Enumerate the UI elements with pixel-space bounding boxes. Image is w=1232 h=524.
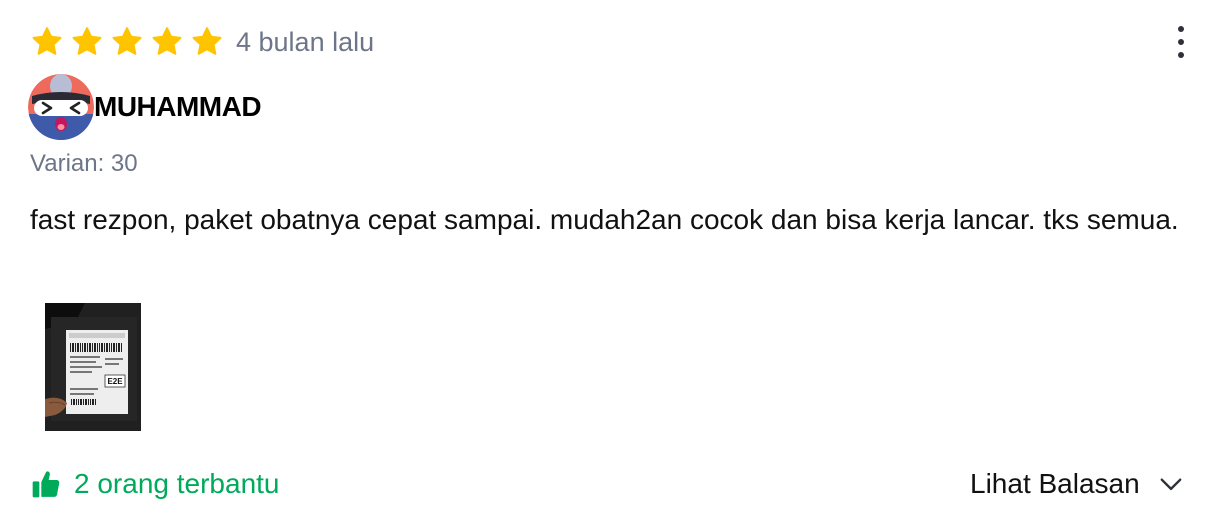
view-replies-label: Lihat Balasan <box>970 468 1140 499</box>
rating-row: 4 bulan lalu <box>30 22 374 62</box>
chevron-down-icon <box>1160 478 1182 491</box>
review-time: 4 bulan lalu <box>236 26 375 57</box>
thumbs-up-icon <box>32 471 60 498</box>
package-photo: E2E <box>45 303 141 431</box>
helpful-count: 2 orang terbantu <box>74 468 280 499</box>
star-icon <box>72 27 102 55</box>
kebab-menu-icon[interactable] <box>1164 22 1198 62</box>
review-card: 4 bulan lalu MUHAMMAD Varian: 30 fast re… <box>0 0 1232 524</box>
helpful-button[interactable]: 2 orang terbantu <box>30 462 280 506</box>
review-photo[interactable]: E2E <box>45 303 141 431</box>
view-replies-button[interactable]: Lihat Balasan <box>970 462 1184 506</box>
product-variant: Varian: 30 <box>30 150 138 177</box>
star-icon <box>192 27 222 55</box>
package-label-text: E2E <box>107 377 123 386</box>
star-icon <box>152 27 182 55</box>
ninja-avatar-icon <box>28 74 94 140</box>
reviewer-info: MUHAMMAD <box>28 74 262 140</box>
reviewer-name[interactable]: MUHAMMAD <box>94 91 262 123</box>
star-icon <box>32 27 62 55</box>
star-rating <box>30 25 224 59</box>
star-icon <box>112 27 142 55</box>
review-text: fast rezpon, paket obatnya cepat sampai.… <box>30 204 1179 235</box>
